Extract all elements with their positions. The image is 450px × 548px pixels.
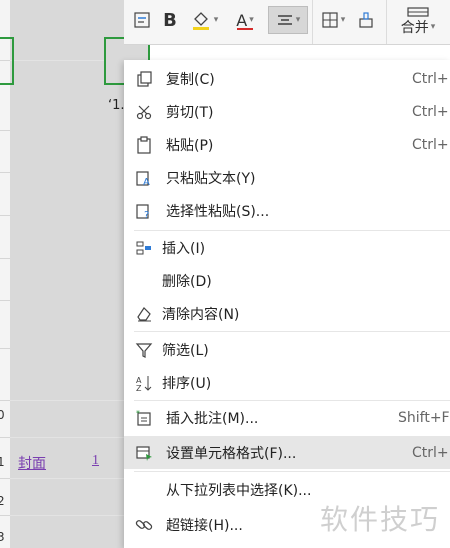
menu-item-label: 删除(D) bbox=[162, 273, 212, 290]
svg-text:?: ? bbox=[144, 210, 149, 220]
row-divider bbox=[0, 437, 10, 438]
watermark: 软件技巧 bbox=[320, 503, 441, 536]
scissors-icon bbox=[134, 102, 154, 122]
toolbar-divider bbox=[312, 0, 313, 44]
menu-item-label: 复制(C) bbox=[166, 71, 215, 88]
menu-separator bbox=[134, 471, 450, 472]
menu-item-paste[interactable]: 粘贴(P) Ctrl+ bbox=[124, 128, 450, 161]
cell-text-fragment: ‘1. bbox=[108, 98, 125, 113]
menu-item-label: 从下拉列表中选择(K)... bbox=[166, 482, 312, 499]
menu-item-label: 插入批注(M)... bbox=[166, 410, 259, 427]
svg-text:Z: Z bbox=[136, 384, 142, 392]
row-divider bbox=[0, 215, 10, 216]
merge-cells-icon bbox=[407, 7, 429, 17]
font-color-button[interactable]: A ▾ bbox=[228, 6, 262, 34]
menu-item-label: 设置单元格格式(F)... bbox=[166, 445, 297, 462]
menu-item-label: 粘贴(P) bbox=[166, 137, 214, 154]
borders-button[interactable]: ▾ bbox=[316, 6, 350, 34]
font-color-swatch bbox=[237, 27, 253, 30]
merge-label: 合并 bbox=[400, 20, 429, 36]
row-number: 0 bbox=[0, 408, 5, 422]
menu-item-paste-text[interactable]: A 只粘贴文本(Y) bbox=[124, 161, 450, 194]
row-number: 1 bbox=[0, 455, 5, 469]
format-toolbar: B ▾ A ▾ ▾ ▾ 合并 ▾ bbox=[124, 0, 450, 45]
paste-icon bbox=[134, 135, 154, 155]
row-divider bbox=[0, 478, 10, 479]
toolbar-divider bbox=[386, 0, 387, 44]
paste-text-icon: A bbox=[134, 168, 154, 188]
chevron-down-icon: ▾ bbox=[213, 15, 219, 25]
menu-shortcut: Ctrl+ bbox=[412, 444, 449, 461]
row-number: 3 bbox=[0, 530, 5, 544]
menu-item-delete[interactable]: 删除(D) bbox=[124, 264, 450, 297]
format-painter-icon bbox=[359, 12, 373, 28]
chevron-down-icon: ▾ bbox=[249, 15, 254, 25]
menu-item-clear[interactable]: 清除内容(N) bbox=[124, 297, 450, 330]
menu-item-label: 筛选(L) bbox=[162, 342, 209, 359]
menu-item-insert-comment[interactable]: * 插入批注(M)... Shift+F bbox=[124, 401, 450, 434]
row-divider bbox=[0, 348, 10, 349]
menu-item-label: 超链接(H)... bbox=[166, 517, 243, 534]
menu-item-label: 排序(U) bbox=[162, 375, 212, 392]
svg-text:*: * bbox=[136, 409, 140, 418]
link-icon bbox=[134, 515, 154, 535]
menu-item-format-cells[interactable]: 设置单元格格式(F)... Ctrl+ bbox=[124, 436, 450, 469]
filter-icon bbox=[134, 340, 154, 360]
menu-item-label: 选择性粘贴(S)... bbox=[166, 203, 270, 220]
menu-item-cut[interactable]: 剪切(T) Ctrl+ bbox=[124, 95, 450, 128]
comment-icon: * bbox=[134, 408, 154, 428]
page-number-link[interactable]: 1 bbox=[92, 453, 99, 469]
fill-color-button[interactable]: ▾ bbox=[186, 6, 222, 34]
merge-cells-button[interactable]: 合并 ▾ bbox=[392, 0, 444, 44]
chevron-down-icon: ▾ bbox=[430, 22, 436, 32]
row-divider bbox=[0, 300, 10, 301]
menu-shortcut: Ctrl+ bbox=[412, 70, 449, 87]
menu-item-label: 剪切(T) bbox=[166, 104, 214, 121]
row-number: 2 bbox=[0, 494, 5, 508]
bold-button[interactable]: B bbox=[160, 6, 180, 34]
wrap-text-button[interactable] bbox=[130, 6, 154, 34]
row-divider bbox=[0, 515, 10, 516]
chevron-down-icon: ▾ bbox=[295, 15, 301, 25]
cover-link[interactable]: 封面 bbox=[18, 453, 46, 473]
menu-item-insert[interactable]: 插入(I) bbox=[124, 231, 450, 264]
sort-icon: AZ bbox=[134, 373, 154, 393]
svg-text:A: A bbox=[143, 177, 150, 187]
menu-shortcut: Shift+F bbox=[398, 409, 450, 426]
menu-item-filter[interactable]: 筛选(L) bbox=[124, 333, 450, 366]
row-divider bbox=[0, 172, 10, 173]
wrap-text-icon bbox=[134, 12, 150, 28]
paint-bucket-icon bbox=[192, 12, 209, 30]
menu-shortcut: Ctrl+ bbox=[412, 136, 449, 153]
row-divider bbox=[0, 400, 10, 401]
context-menu: 复制(C) Ctrl+ 剪切(T) Ctrl+ 粘贴(P) Ctrl+ A 只粘… bbox=[124, 60, 450, 548]
format-painter-button[interactable] bbox=[354, 6, 378, 34]
menu-shortcut: Ctrl+ bbox=[412, 103, 449, 120]
menu-item-label: 插入(I) bbox=[162, 240, 206, 257]
menu-item-paste-special[interactable]: ? 选择性粘贴(S)... bbox=[124, 194, 450, 227]
menu-item-label: 只粘贴文本(Y) bbox=[166, 170, 256, 187]
row-divider bbox=[0, 258, 10, 259]
align-center-button[interactable]: ▾ bbox=[268, 6, 308, 34]
paste-special-icon: ? bbox=[134, 201, 154, 221]
eraser-icon bbox=[134, 304, 154, 324]
menu-item-copy[interactable]: 复制(C) Ctrl+ bbox=[124, 62, 450, 95]
chevron-down-icon: ▾ bbox=[340, 15, 346, 25]
menu-item-sort[interactable]: AZ 排序(U) bbox=[124, 366, 450, 399]
menu-item-label: 清除内容(N) bbox=[162, 306, 240, 323]
selected-cell-left[interactable] bbox=[0, 37, 14, 85]
row-divider bbox=[0, 130, 10, 131]
format-cells-icon bbox=[134, 443, 154, 463]
border-grid-icon bbox=[322, 12, 338, 28]
insert-icon bbox=[134, 238, 154, 258]
copy-icon bbox=[134, 69, 154, 89]
menu-separator bbox=[134, 331, 450, 332]
align-center-icon bbox=[277, 15, 292, 25]
